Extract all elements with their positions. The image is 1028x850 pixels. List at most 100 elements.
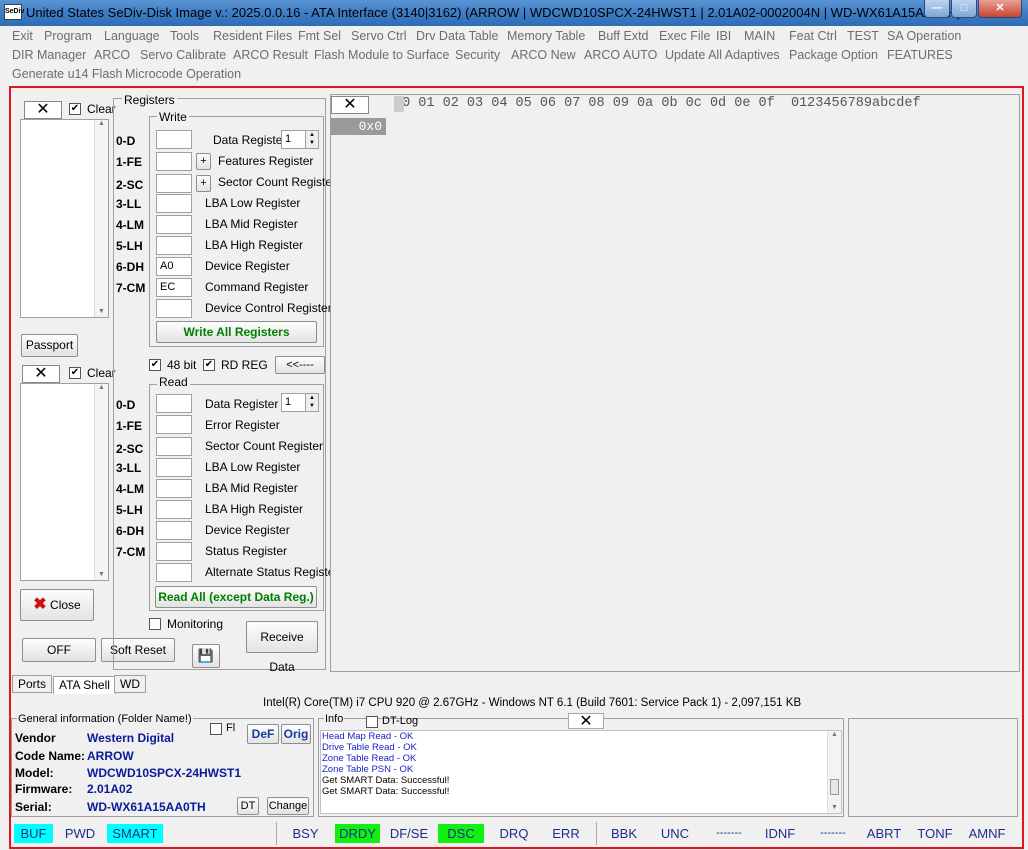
read-error-input[interactable] xyxy=(156,415,192,434)
scrollbar[interactable]: ▲ ▼ xyxy=(94,120,108,317)
clear-list-x-button[interactable]: ✕ xyxy=(24,101,62,119)
general-info-title: General information (Folder Name!) xyxy=(17,713,193,725)
firmware-label: Firmware: xyxy=(15,782,73,796)
clear-checkbox-top[interactable]: ✔ xyxy=(69,103,81,115)
write-device-control-input[interactable] xyxy=(156,299,192,318)
read-sector-count-input[interactable] xyxy=(156,437,192,456)
scrollbar[interactable]: ▲ ▼ xyxy=(94,384,108,580)
write-device-input[interactable]: A0 xyxy=(156,257,192,276)
read-lba-mid-input[interactable] xyxy=(156,479,192,498)
write-lba-high-input[interactable] xyxy=(156,236,192,255)
menu-arco-result[interactable]: ARCO Result xyxy=(233,48,308,62)
read-lba-high-input[interactable] xyxy=(156,500,192,519)
write-sector-count-input[interactable] xyxy=(156,174,192,193)
menu-dir-manager[interactable]: DIR Manager xyxy=(12,48,86,62)
menu-ibi[interactable]: IBI xyxy=(716,29,731,43)
info-clear-button[interactable]: ✕ xyxy=(568,713,604,730)
menu-resident-files[interactable]: Resident Files xyxy=(213,29,292,43)
read-data-input[interactable] xyxy=(156,394,192,413)
48bit-checkbox[interactable]: ✔ xyxy=(149,359,161,371)
tab-ports[interactable]: Ports xyxy=(12,675,53,693)
log-line: Zone Table Read - OK xyxy=(322,753,417,764)
menu-test[interactable]: TEST xyxy=(847,29,879,43)
def-button[interactable]: DeF xyxy=(247,724,279,744)
write-lba-mid-input[interactable] xyxy=(156,215,192,234)
menu-main[interactable]: MAIN xyxy=(744,29,775,43)
close-button[interactable]: ✖ Close xyxy=(20,589,94,621)
menu-drv-data-table[interactable]: Drv Data Table xyxy=(416,29,498,43)
fl-checkbox[interactable] xyxy=(210,723,222,735)
menu-package-option[interactable]: Package Option xyxy=(789,48,878,62)
menu-arco[interactable]: ARCO xyxy=(94,48,130,62)
read-name-device: Device Register xyxy=(205,523,290,537)
write-all-registers-button[interactable]: Write All Registers xyxy=(156,321,317,343)
monitoring-checkbox[interactable] xyxy=(149,618,161,630)
menu-program[interactable]: Program xyxy=(44,29,92,43)
menu-exec-file[interactable]: Exec File xyxy=(659,29,710,43)
top-listbox[interactable]: ▲ ▼ xyxy=(20,119,109,318)
menu-update-all-adaptives[interactable]: Update All Adaptives xyxy=(665,48,780,62)
read-code-4: 4-LM xyxy=(116,482,144,496)
tab-wd[interactable]: WD xyxy=(114,675,146,693)
minimize-button[interactable]: — xyxy=(924,0,950,18)
features-plus-button[interactable]: + xyxy=(196,153,211,170)
divider xyxy=(276,822,277,845)
menu-servo-calibrate[interactable]: Servo Calibrate xyxy=(140,48,226,62)
read-lba-low-input[interactable] xyxy=(156,458,192,477)
close-window-button[interactable]: ✕ xyxy=(978,0,1022,18)
menu-microcode-operation[interactable]: Microcode Operation xyxy=(125,67,241,81)
write-data-spinner[interactable]: 1 ▲ ▼ xyxy=(281,130,319,149)
menu-language[interactable]: Language xyxy=(104,29,160,43)
menu-features[interactable]: FEATURES xyxy=(887,48,953,62)
menu-arco-new[interactable]: ARCO New xyxy=(511,48,576,62)
dt-log-checkbox[interactable] xyxy=(366,716,378,728)
vendor-value: Western Digital xyxy=(87,731,175,745)
menu-arco-auto[interactable]: ARCO AUTO xyxy=(584,48,657,62)
read-status-input[interactable] xyxy=(156,542,192,561)
passport-button[interactable]: Passport xyxy=(21,334,78,357)
read-alt-status-input[interactable] xyxy=(156,563,192,582)
menu-feat-ctrl[interactable]: Feat Ctrl xyxy=(789,29,837,43)
status-amnf: AMNF xyxy=(968,826,1006,841)
receive-data-button[interactable]: Receive Data xyxy=(246,621,318,674)
write-lba-low-input[interactable] xyxy=(156,194,192,213)
spinner-arrows-icon[interactable]: ▲ ▼ xyxy=(305,131,318,148)
menu-tools[interactable]: Tools xyxy=(170,29,199,43)
menu-flash-module[interactable]: Flash Module to Surface xyxy=(314,48,450,62)
spinner-arrows-icon[interactable]: ▲ ▼ xyxy=(305,394,318,411)
read-code-7: 7-CM xyxy=(116,545,146,559)
maximize-button[interactable]: □ xyxy=(951,0,977,18)
menu-buff-extd[interactable]: Buff Extd xyxy=(598,29,649,43)
menu-memory-table[interactable]: Memory Table xyxy=(507,29,585,43)
read-data-spinner[interactable]: 1 ▲ ▼ xyxy=(281,393,319,412)
menu-fmt-sel[interactable]: Fmt Sel xyxy=(298,29,341,43)
menu-sa-operation[interactable]: SA Operation xyxy=(887,29,961,43)
read-device-input[interactable] xyxy=(156,521,192,540)
status-blank-2: ------- xyxy=(820,827,846,839)
read-all-button[interactable]: Read All (except Data Reg.) xyxy=(155,586,317,608)
write-features-input[interactable] xyxy=(156,152,192,171)
tab-ata-shell[interactable]: ATA Shell xyxy=(53,676,116,694)
dt-button[interactable]: DT xyxy=(237,797,259,815)
menu-exit[interactable]: Exit xyxy=(12,29,33,43)
menu-servo-ctrl[interactable]: Servo Ctrl xyxy=(351,29,407,43)
scrollbar[interactable]: ▲ ▼ xyxy=(827,731,841,813)
sector-count-plus-button[interactable]: + xyxy=(196,175,211,192)
orig-button[interactable]: Orig xyxy=(281,724,311,744)
title-bar[interactable]: SeDiv United States SeDiv-Disk Image v.:… xyxy=(0,0,1028,26)
copy-back-button[interactable]: <<---- xyxy=(275,356,325,374)
write-data-input[interactable] xyxy=(156,130,192,149)
read-name-lba-high: LBA High Register xyxy=(205,502,304,516)
menu-generate-u14-flash[interactable]: Generate u14 Flash xyxy=(12,67,123,81)
bottom-listbox[interactable]: ▲ ▼ xyxy=(20,383,109,581)
hex-clear-button[interactable]: ✕ xyxy=(331,96,369,114)
change-button[interactable]: Change xyxy=(267,797,309,815)
menu-security[interactable]: Security xyxy=(455,48,500,62)
status-blank-1: ------- xyxy=(716,827,742,839)
off-button[interactable]: OFF xyxy=(22,638,96,662)
clear-checkbox-bottom[interactable]: ✔ xyxy=(69,367,81,379)
hex-viewer[interactable] xyxy=(330,94,1020,672)
write-command-input[interactable]: EC xyxy=(156,278,192,297)
clear-list-x-button-2[interactable]: ✕ xyxy=(22,365,60,383)
rd-reg-checkbox[interactable]: ✔ xyxy=(203,359,215,371)
